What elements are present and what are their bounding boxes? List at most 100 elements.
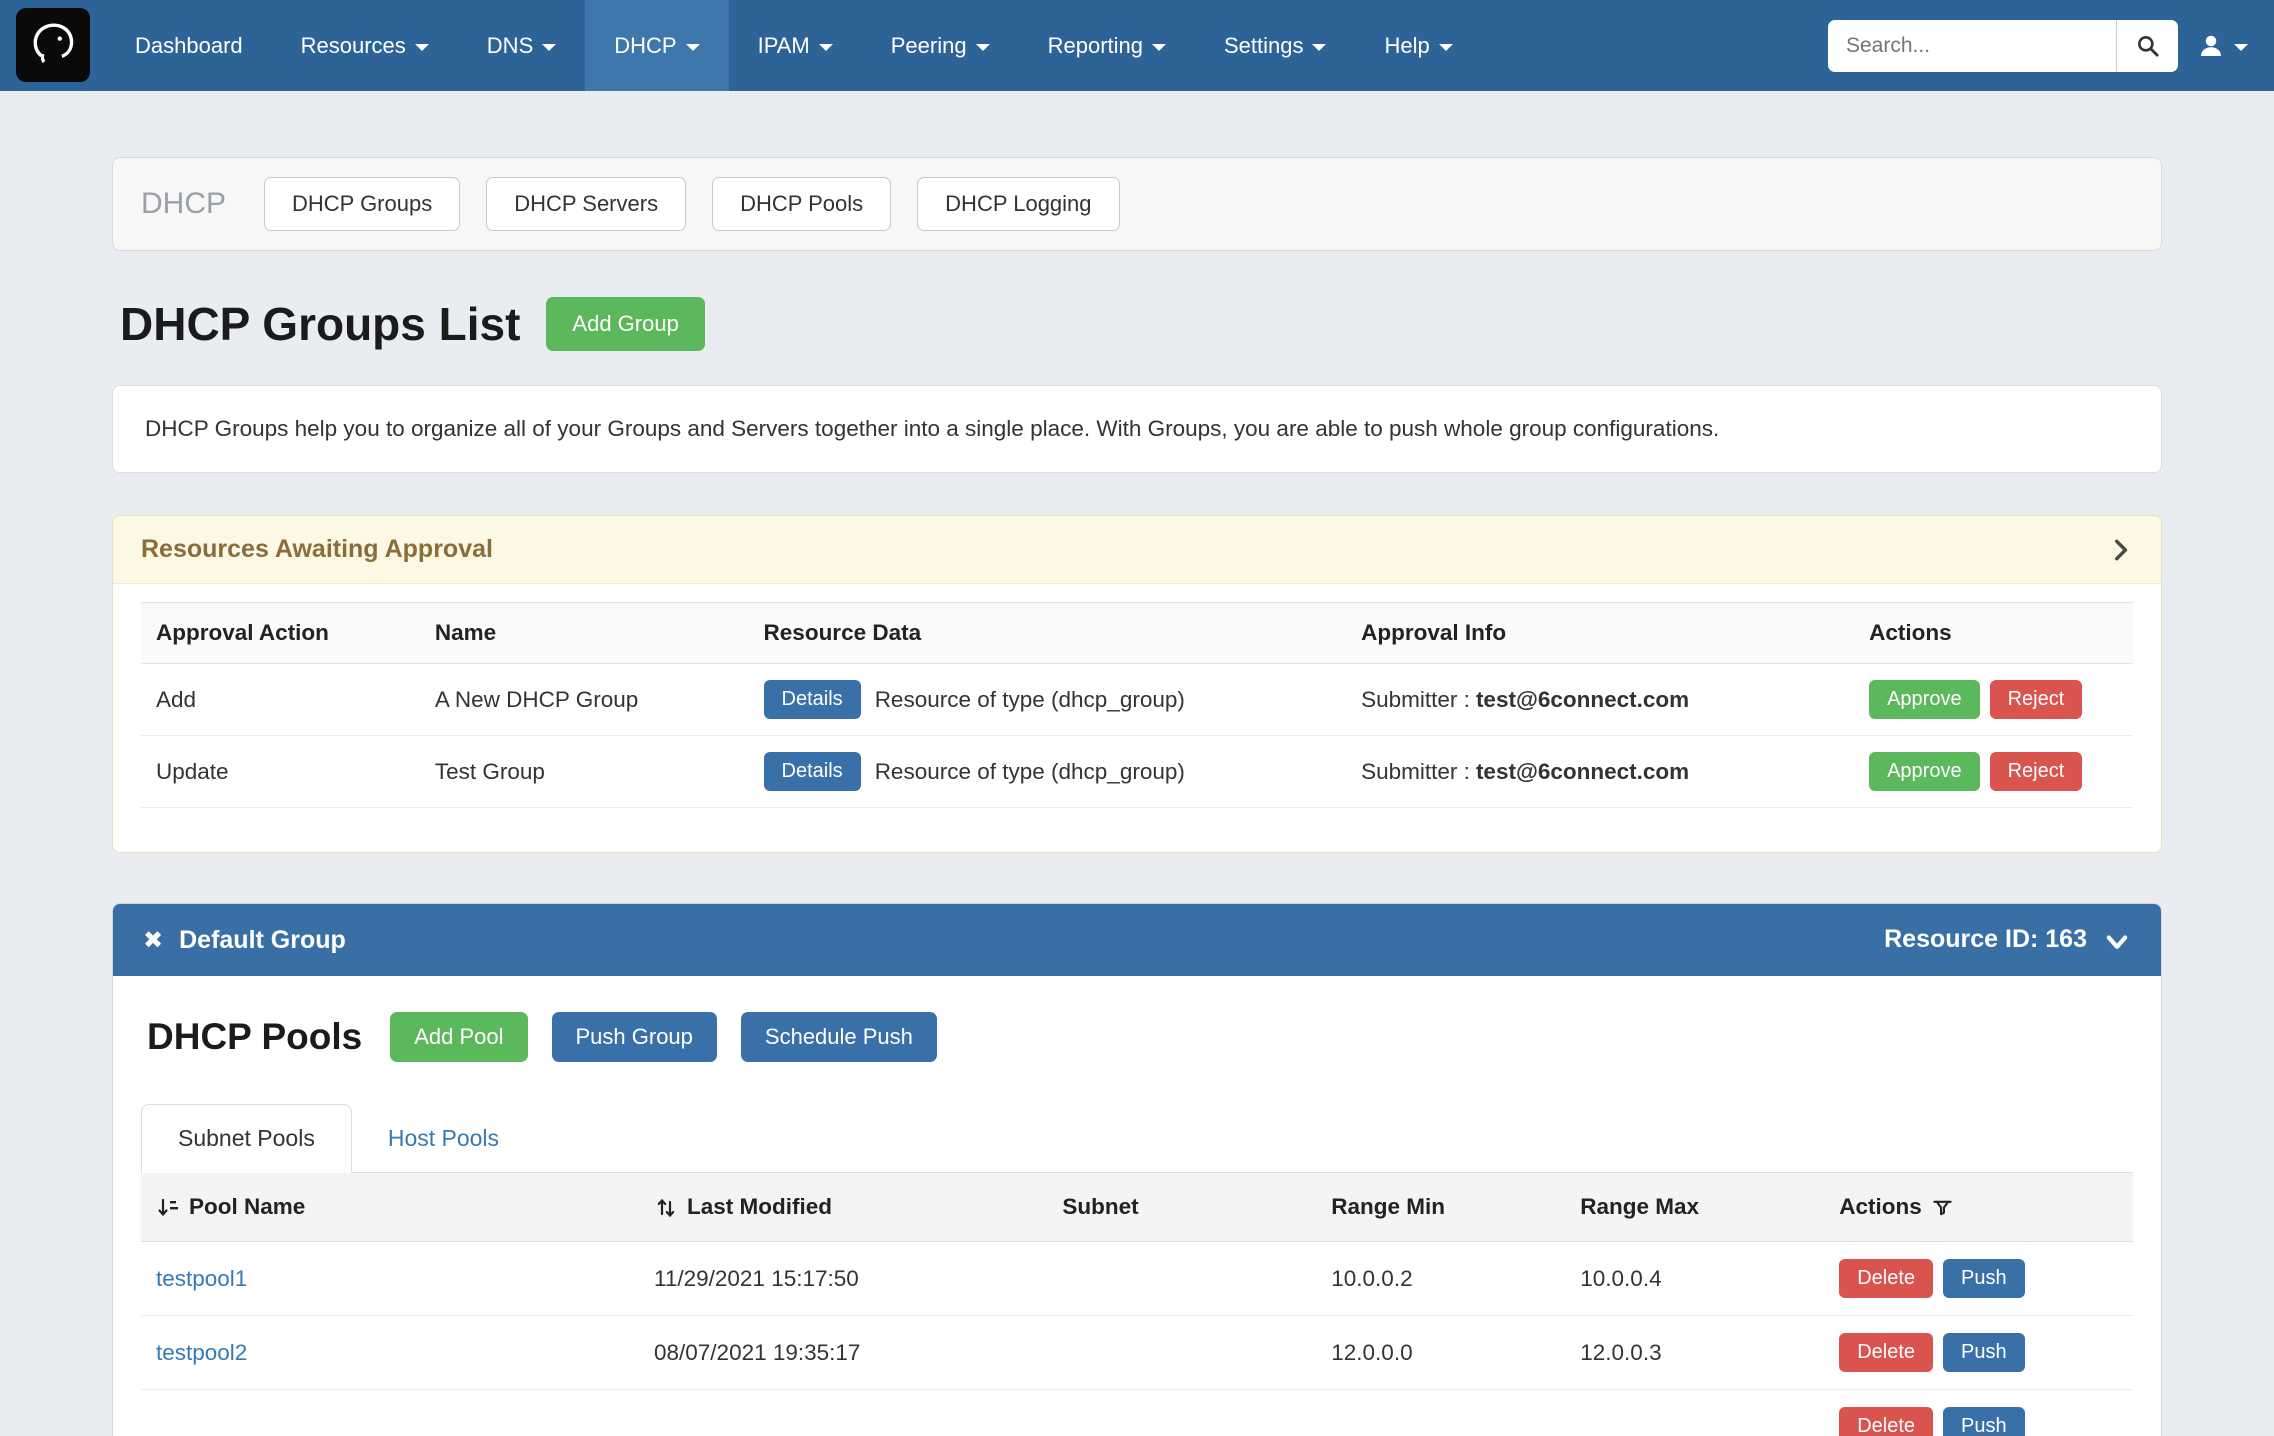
approve-button[interactable]: Approve xyxy=(1869,752,1980,791)
pools-tabs: Subnet Pools Host Pools xyxy=(141,1104,2133,1173)
filter-icon[interactable] xyxy=(1931,1194,1954,1220)
approval-panel-title: Resources Awaiting Approval xyxy=(141,535,493,564)
nav-item-help[interactable]: Help xyxy=(1355,0,1481,91)
caret-down-icon xyxy=(819,44,833,51)
subnav-tab-dhcp-groups[interactable]: DHCP Groups xyxy=(264,177,460,231)
col-actions: Actions xyxy=(1839,1194,1922,1220)
col-approval-info: Approval Info xyxy=(1346,603,1854,664)
caret-down-icon xyxy=(1439,44,1453,51)
col-range-max: Range Max xyxy=(1565,1173,1824,1242)
main-content: DHCP DHCP Groups DHCP Servers DHCP Pools… xyxy=(112,157,2162,1436)
pool-name-link[interactable]: testpool1 xyxy=(156,1266,247,1291)
pool-range-max xyxy=(1565,1390,1824,1436)
approval-name-cell: Test Group xyxy=(420,736,749,808)
col-range-min: Range Min xyxy=(1316,1173,1565,1242)
pool-subnet xyxy=(1047,1242,1316,1316)
sort-numeric-icon[interactable] xyxy=(156,1194,180,1220)
col-resource-data: Resource Data xyxy=(749,603,1347,664)
submitter-email: test@6connect.com xyxy=(1476,759,1689,784)
approve-button[interactable]: Approve xyxy=(1869,680,1980,719)
pool-last-modified: 08/07/2021 19:35:17 xyxy=(639,1316,1047,1390)
tab-subnet-pools[interactable]: Subnet Pools xyxy=(141,1104,352,1173)
details-button[interactable]: Details xyxy=(764,680,861,719)
pool-range-max: 10.0.0.4 xyxy=(1565,1242,1824,1316)
subnav-title: DHCP xyxy=(141,187,226,221)
page-title-row: DHCP Groups List Add Group xyxy=(120,297,2162,351)
pool-range-max: 12.0.0.3 xyxy=(1565,1316,1824,1390)
description-text: DHCP Groups help you to organize all of … xyxy=(145,416,2129,442)
col-pool-name[interactable]: Pool Name xyxy=(189,1194,305,1220)
nav-item-dhcp[interactable]: DHCP xyxy=(585,0,728,91)
col-actions: Actions xyxy=(1854,603,2133,664)
app-logo[interactable] xyxy=(16,8,90,82)
delete-button[interactable]: Delete xyxy=(1839,1259,1933,1298)
nav-item-settings[interactable]: Settings xyxy=(1195,0,1356,91)
delete-button[interactable]: Delete xyxy=(1839,1333,1933,1372)
nav-item-peering[interactable]: Peering xyxy=(862,0,1019,91)
approval-action-cell: Add xyxy=(141,664,420,736)
main-nav: Dashboard Resources DNS DHCP IPAM Peerin… xyxy=(106,0,1482,91)
pools-title: DHCP Pools xyxy=(147,1016,362,1058)
nav-label: Resources xyxy=(301,33,406,59)
nav-item-reporting[interactable]: Reporting xyxy=(1019,0,1195,91)
nav-label: Settings xyxy=(1224,33,1304,59)
chevron-down-icon[interactable] xyxy=(2103,925,2131,954)
pool-range-min: 12.0.0.0 xyxy=(1316,1316,1565,1390)
sort-updown-icon[interactable] xyxy=(654,1194,678,1220)
reject-button[interactable]: Reject xyxy=(1990,680,2083,719)
resource-type-text: Resource of type (dhcp_group) xyxy=(875,687,1185,713)
approval-name-cell: A New DHCP Group xyxy=(420,664,749,736)
caret-down-icon xyxy=(1312,44,1326,51)
pool-row: Delete Push xyxy=(141,1390,2133,1436)
pool-name-link[interactable]: testpool2 xyxy=(156,1340,247,1365)
approval-action-cell: Update xyxy=(141,736,420,808)
push-button[interactable]: Push xyxy=(1943,1407,2025,1436)
resource-type-text: Resource of type (dhcp_group) xyxy=(875,759,1185,785)
group-title: Default Group xyxy=(179,926,346,955)
user-icon xyxy=(2196,31,2226,61)
approval-table-header-row: Approval Action Name Resource Data Appro… xyxy=(141,603,2133,664)
caret-down-icon xyxy=(415,44,429,51)
search-button[interactable] xyxy=(2116,20,2178,72)
col-last-modified[interactable]: Last Modified xyxy=(687,1194,832,1220)
submitter-label: Submitter : xyxy=(1361,759,1470,784)
navbar-right xyxy=(1828,0,2248,91)
nav-item-ipam[interactable]: IPAM xyxy=(729,0,862,91)
details-button[interactable]: Details xyxy=(764,752,861,791)
nav-label: Help xyxy=(1384,33,1429,59)
subnav-tab-dhcp-servers[interactable]: DHCP Servers xyxy=(486,177,686,231)
subnav-tab-dhcp-logging[interactable]: DHCP Logging xyxy=(917,177,1119,231)
nav-item-resources[interactable]: Resources xyxy=(272,0,458,91)
search-group xyxy=(1828,20,2178,72)
submitter-label: Submitter : xyxy=(1361,687,1470,712)
approval-panel: Resources Awaiting Approval Approval Act… xyxy=(112,515,2162,853)
tab-host-pools[interactable]: Host Pools xyxy=(352,1105,535,1172)
user-menu[interactable] xyxy=(2196,31,2248,61)
add-group-button[interactable]: Add Group xyxy=(546,297,704,351)
top-navbar: Dashboard Resources DNS DHCP IPAM Peerin… xyxy=(0,0,2274,91)
chevron-right-icon[interactable] xyxy=(2107,535,2133,564)
nav-item-dashboard[interactable]: Dashboard xyxy=(106,0,272,91)
mammoth-icon xyxy=(26,15,80,75)
approval-info-cell: Submitter :test@6connect.com xyxy=(1346,736,1854,808)
col-approval-action: Approval Action xyxy=(141,603,420,664)
caret-down-icon xyxy=(2234,44,2248,51)
reject-button[interactable]: Reject xyxy=(1990,752,2083,791)
subnav-tab-dhcp-pools[interactable]: DHCP Pools xyxy=(712,177,891,231)
pools-table: Pool Name xyxy=(141,1173,2133,1436)
approval-info-cell: Submitter :test@6connect.com xyxy=(1346,664,1854,736)
push-button[interactable]: Push xyxy=(1943,1333,2025,1372)
pool-range-min xyxy=(1316,1390,1565,1436)
nav-item-dns[interactable]: DNS xyxy=(458,0,585,91)
push-group-button[interactable]: Push Group xyxy=(552,1012,717,1062)
approval-panel-header[interactable]: Resources Awaiting Approval xyxy=(113,516,2161,584)
search-input[interactable] xyxy=(1828,20,2116,72)
caret-down-icon xyxy=(976,44,990,51)
push-button[interactable]: Push xyxy=(1943,1259,2025,1298)
close-icon[interactable]: ✖ xyxy=(143,926,163,955)
schedule-push-button[interactable]: Schedule Push xyxy=(741,1012,937,1062)
pools-title-row: DHCP Pools Add Pool Push Group Schedule … xyxy=(147,1012,2133,1062)
add-pool-button[interactable]: Add Pool xyxy=(390,1012,527,1062)
delete-button[interactable]: Delete xyxy=(1839,1407,1933,1436)
caret-down-icon xyxy=(1152,44,1166,51)
